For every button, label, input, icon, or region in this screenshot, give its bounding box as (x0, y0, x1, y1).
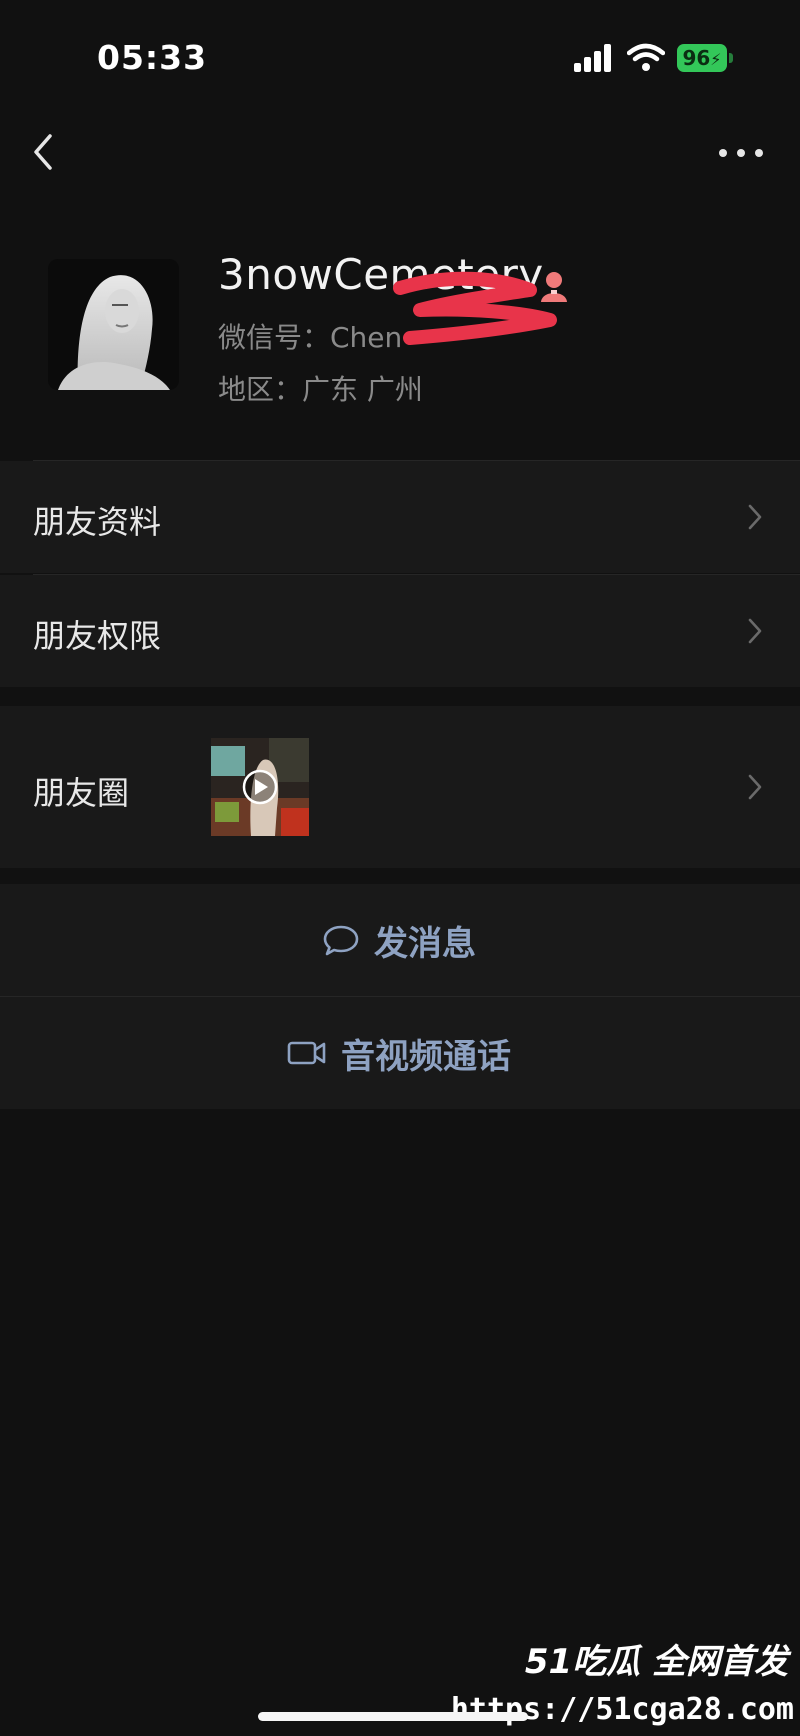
avatar[interactable] (48, 259, 179, 390)
cellular-signal-icon (574, 44, 614, 72)
menu-friend-permissions[interactable]: 朋友权限 (0, 575, 800, 687)
chevron-right-icon (748, 774, 762, 800)
section-gap (0, 690, 800, 706)
moments-thumbnail[interactable] (211, 738, 309, 836)
more-horizontal-icon[interactable] (716, 138, 766, 168)
section-gap (0, 868, 800, 884)
region: 地区：广东 广州 (218, 373, 423, 406)
chevron-right-icon (748, 618, 762, 644)
status-time: 05:33 (97, 38, 208, 77)
status-bar: 05:33 96⚡ (0, 0, 800, 118)
charging-bolt-icon: ⚡ (710, 50, 722, 69)
watermark: 51吃瓜 全网首发 https://51cga28.com (451, 1634, 800, 1734)
battery-indicator: 96⚡ (677, 44, 733, 72)
chat-bubble-icon (323, 925, 359, 956)
menu-friend-profile[interactable]: 朋友资料 (0, 461, 800, 573)
send-message-label: 发消息 (374, 923, 476, 964)
video-camera-icon (287, 1041, 326, 1065)
menu-label: 朋友资料 (33, 503, 162, 541)
wechat-id: 微信号：Chen (218, 321, 403, 354)
video-call-label: 音视频通话 (341, 1036, 511, 1077)
menu-moments[interactable]: 朋友圈 (0, 706, 800, 868)
send-message-button[interactable]: 发消息 (0, 884, 800, 996)
battery-level: 96 (682, 46, 711, 70)
redaction-scribble (393, 271, 557, 345)
chevron-left-icon[interactable] (26, 128, 62, 176)
menu-label: 朋友圈 (33, 774, 130, 812)
watermark-url: https://51cga28.com (450, 1692, 794, 1727)
watermark-brand: 51吃瓜 全网首发 (524, 1642, 788, 1682)
home-indicator[interactable] (258, 1712, 528, 1721)
video-call-button[interactable]: 音视频通话 (0, 997, 800, 1109)
wifi-icon (627, 43, 665, 71)
menu-label: 朋友权限 (33, 617, 162, 655)
chevron-right-icon (748, 504, 762, 530)
